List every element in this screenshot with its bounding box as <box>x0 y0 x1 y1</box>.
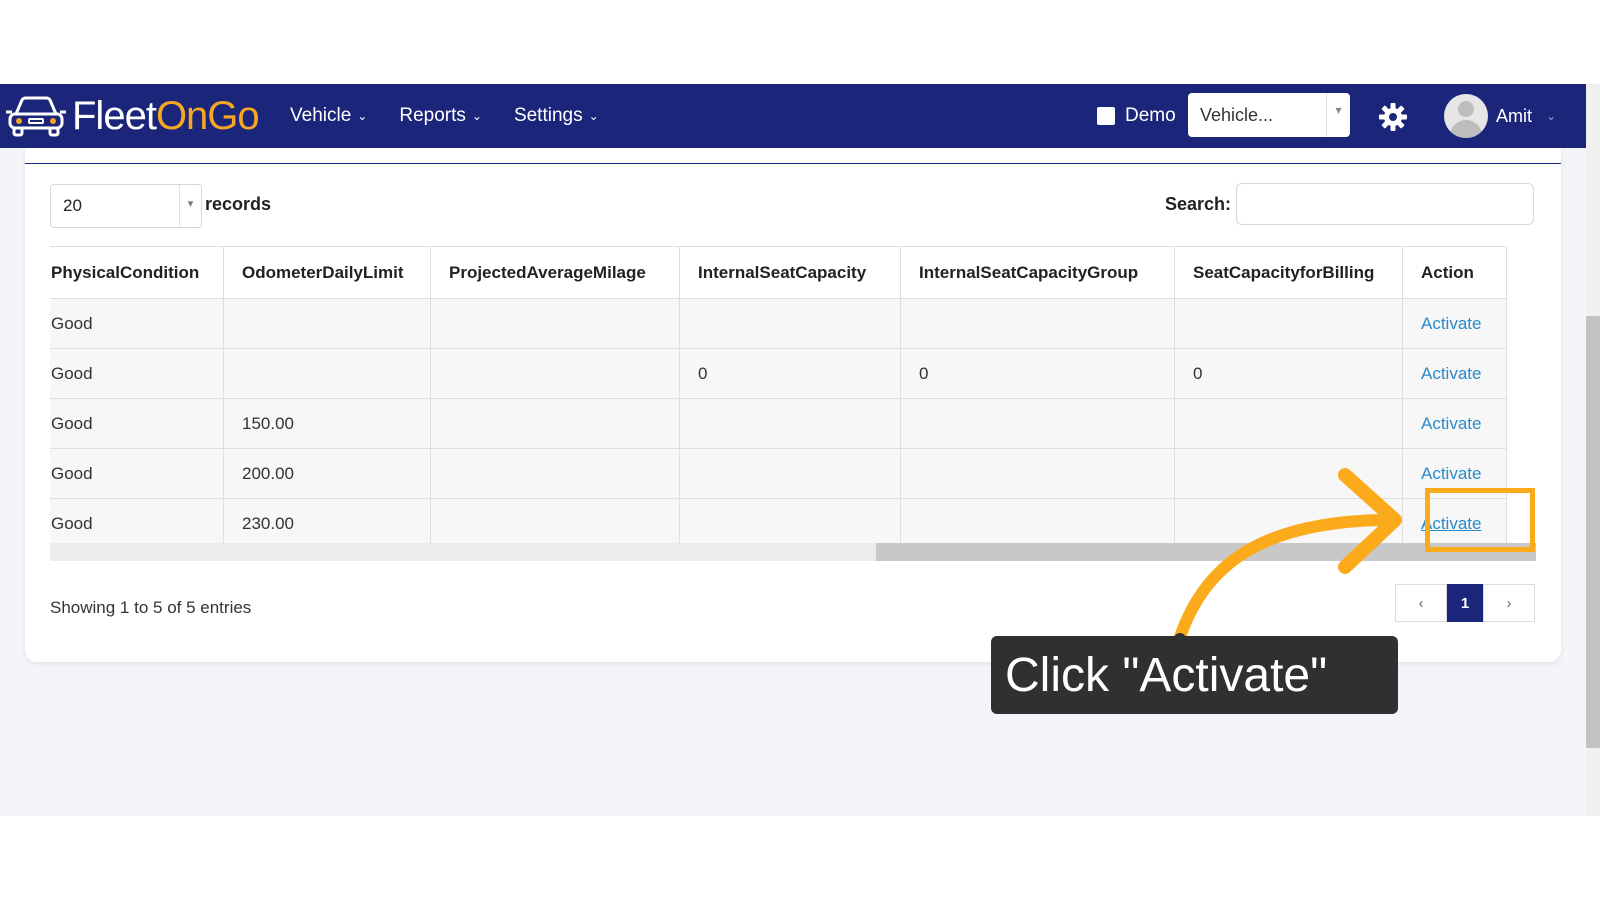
table-cell: Good <box>50 498 224 549</box>
table-cell <box>679 448 901 499</box>
menu-vehicle[interactable]: Vehicle ⌄ <box>290 105 367 127</box>
activate-link[interactable]: Activate <box>1421 414 1481 433</box>
table-cell: Good <box>50 348 224 399</box>
activate-link[interactable]: Activate <box>1421 314 1481 333</box>
table-row: Good Activate <box>50 298 1507 349</box>
table-cell <box>223 348 431 399</box>
search-label: Search: <box>1165 194 1232 214</box>
table-row: Good 150.00 Activate <box>50 398 1507 449</box>
brand-name: FleetOnGo <box>72 93 260 139</box>
demo-label: Demo <box>1125 105 1176 126</box>
search-input[interactable] <box>1236 183 1534 225</box>
dropdown-arrow-icon: ▾ <box>1326 93 1350 137</box>
table-cell <box>900 298 1175 349</box>
page-scrollbar[interactable] <box>1586 84 1600 816</box>
brand-name-part2: OnGo <box>155 93 260 138</box>
brand-name-part1: Fleet <box>72 93 157 138</box>
brand-logo[interactable]: FleetOnGo <box>4 92 260 140</box>
demo-toggle[interactable]: Demo <box>1097 84 1176 148</box>
table-cell <box>1174 398 1403 449</box>
page-1-button[interactable]: 1 <box>1447 584 1483 622</box>
table-cell: 0 <box>900 348 1175 399</box>
table-cell: Good <box>50 298 224 349</box>
table-cell: 0 <box>1174 348 1403 399</box>
menu-vehicle-label: Vehicle <box>290 105 352 126</box>
next-page-button[interactable]: › <box>1483 584 1535 622</box>
chevron-down-icon: ⌄ <box>471 109 482 123</box>
table-cell <box>900 398 1175 449</box>
table-cell <box>679 298 901 349</box>
column-header[interactable]: SeatCapacityforBilling <box>1174 246 1403 299</box>
chevron-down-icon: ⌄ <box>588 109 599 123</box>
column-header[interactable]: Action <box>1402 246 1507 299</box>
tutorial-callout-text: Click "Activate" <box>1005 648 1328 702</box>
vehicle-select-value: Vehicle... <box>1200 104 1274 125</box>
table-cell <box>223 298 431 349</box>
avatar-head <box>1458 101 1474 117</box>
table-cell <box>430 448 680 499</box>
action-cell: Activate <box>1402 298 1507 349</box>
chevron-down-icon: ⌄ <box>357 109 368 123</box>
menu-reports[interactable]: Reports ⌄ <box>399 105 482 127</box>
main-menu: Vehicle ⌄ Reports ⌄ Settings ⌄ <box>290 84 631 148</box>
table-cell: 230.00 <box>223 498 431 549</box>
table-header-row: PhysicalCondition OdometerDailyLimit Pro… <box>50 246 1507 299</box>
table-cell <box>430 498 680 549</box>
action-cell: Activate <box>1402 348 1507 399</box>
menu-reports-label: Reports <box>399 105 466 126</box>
table-cell <box>430 348 680 399</box>
action-cell: Activate <box>1402 398 1507 449</box>
tutorial-callout: Click "Activate" <box>991 636 1398 714</box>
table-cell: Good <box>50 448 224 499</box>
avatar-body <box>1450 120 1482 138</box>
table-cell <box>430 398 680 449</box>
vehicle-select[interactable]: Vehicle... ▾ <box>1188 93 1350 137</box>
column-header[interactable]: InternalSeatCapacityGroup <box>900 246 1175 299</box>
column-header[interactable]: PhysicalCondition <box>50 246 224 299</box>
page-scrollbar-thumb[interactable] <box>1586 316 1600 748</box>
chevron-down-icon: ⌄ <box>1546 109 1557 123</box>
top-navbar: FleetOnGo Vehicle ⌄ Reports ⌄ Settings ⌄… <box>0 84 1586 148</box>
gear-icon[interactable] <box>1378 102 1408 132</box>
activate-link[interactable]: Activate <box>1421 364 1481 383</box>
table-row: Good 0 0 0 Activate <box>50 348 1507 399</box>
table-cell <box>900 448 1175 499</box>
entries-info: Showing 1 to 5 of 5 entries <box>50 598 252 617</box>
demo-checkbox[interactable] <box>1097 107 1115 125</box>
column-header[interactable]: InternalSeatCapacity <box>679 246 901 299</box>
table-cell <box>679 398 901 449</box>
table-cell: Good <box>50 398 224 449</box>
records-label: records <box>205 194 272 214</box>
table-cell <box>430 298 680 349</box>
menu-settings[interactable]: Settings ⌄ <box>514 105 599 127</box>
card-divider <box>25 163 1561 164</box>
table-cell <box>900 498 1175 549</box>
pointer-arrow-icon <box>1174 468 1402 645</box>
menu-settings-label: Settings <box>513 105 583 126</box>
table-cell <box>1174 298 1403 349</box>
user-name: Amit <box>1496 105 1532 126</box>
dropdown-arrow-icon: ▾ <box>179 185 201 227</box>
user-avatar-icon <box>1444 94 1488 138</box>
column-header[interactable]: OdometerDailyLimit <box>223 246 431 299</box>
user-menu[interactable]: Amit ⌄ <box>1444 94 1556 138</box>
table-cell: 0 <box>679 348 901 399</box>
table-cell: 150.00 <box>223 398 431 449</box>
table-cell: 200.00 <box>223 448 431 499</box>
column-header[interactable]: ProjectedAverageMilage <box>430 246 680 299</box>
table-cell <box>679 498 901 549</box>
page-length-value: 20 <box>63 196 82 215</box>
page-length-select[interactable]: 20 ▾ <box>50 184 202 228</box>
car-logo-icon <box>6 96 66 137</box>
